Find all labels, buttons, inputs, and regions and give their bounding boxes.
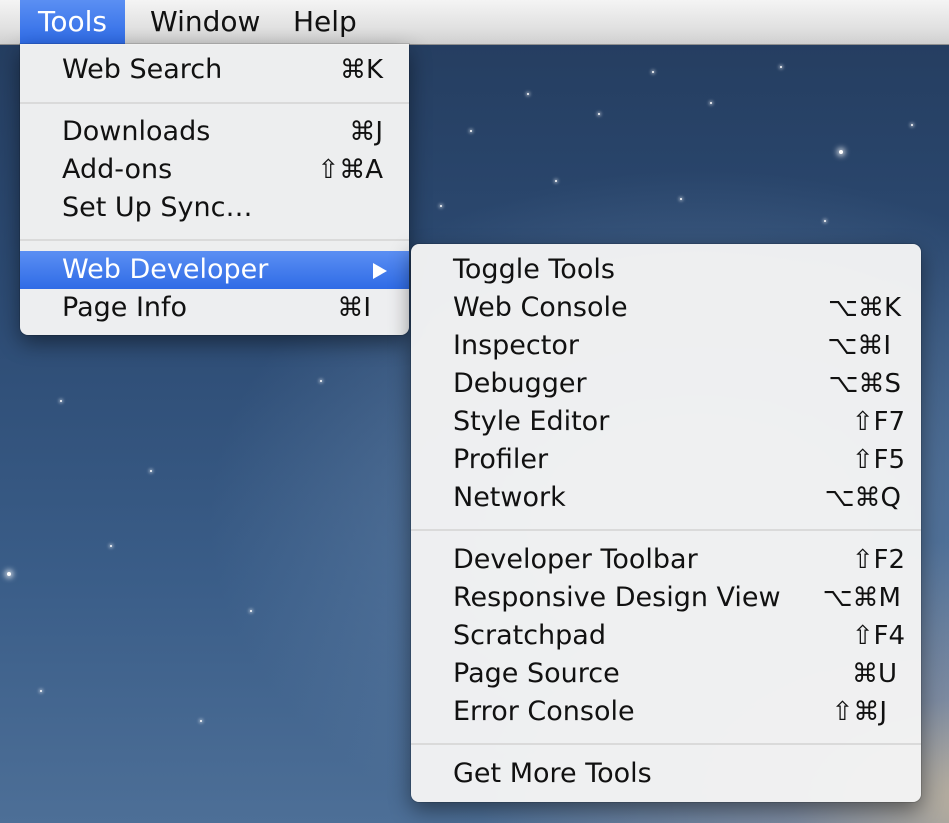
menu-item-label: Inspector [453,330,579,361]
menu-item-add-ons[interactable]: Add-ons ⇧⌘A [20,151,409,189]
menu-item-shortcut: ⇧F7 [851,407,905,437]
star [652,71,654,73]
menu-item-shortcut: ⌥⌘M [822,583,901,613]
menubar-help[interactable]: Help [275,0,375,44]
menu-item-label: Web Search [62,54,223,85]
menu-separator [411,743,921,745]
menu-item-label: Add-ons [62,154,173,185]
menu-item-shortcut: ⌥⌘K [827,293,901,323]
star [150,470,152,472]
menu-item-toggle-tools[interactable]: Toggle Tools [411,251,921,289]
star [527,93,529,95]
menu-item-web-console[interactable]: Web Console ⌥⌘K [411,289,921,327]
star [110,545,112,547]
menu-item-label: Style Editor [453,406,610,437]
menu-bar: Tools Window Help [0,0,949,45]
menu-separator [20,102,409,104]
menu-item-shortcut: ⇧F4 [851,621,905,651]
star [470,130,472,132]
star [780,66,782,68]
menu-item-profiler[interactable]: Profiler ⇧F5 [411,441,921,479]
menu-item-error-console[interactable]: Error Console ⇧⌘J [411,693,921,731]
menu-item-shortcut: ⇧F5 [851,445,905,475]
star [250,610,252,612]
star [60,400,62,402]
menu-item-label: Page Info [62,292,188,323]
menu-item-label: Get More Tools [453,758,652,789]
menu-item-shortcut: ⌘J [349,117,383,147]
menu-item-shortcut: ⇧⌘A [317,155,383,185]
star [320,380,322,382]
menu-item-page-source[interactable]: Page Source ⌘U [411,655,921,693]
star [7,572,11,576]
menu-item-shortcut: ⌥⌘S [828,369,901,399]
menu-item-label: Set Up Sync… [62,192,253,223]
menu-item-network[interactable]: Network ⌥⌘Q [411,479,921,517]
menu-item-inspector[interactable]: Inspector ⌥⌘I [411,327,921,365]
menu-item-shortcut: ⇧F2 [851,545,905,575]
menu-item-set-up-sync[interactable]: Set Up Sync… [20,189,409,227]
web-developer-submenu: Toggle Tools Web Console ⌥⌘K Inspector ⌥… [411,244,921,802]
menu-item-label: Toggle Tools [453,254,615,285]
menu-item-downloads[interactable]: Downloads ⌘J [20,113,409,151]
menubar-tools[interactable]: Tools [20,0,125,44]
star [911,124,913,126]
star [555,180,557,182]
menu-item-shortcut: ⇧⌘J [831,697,887,727]
submenu-arrow-icon [373,263,387,279]
menu-item-label: Network [453,482,566,513]
menu-item-debugger[interactable]: Debugger ⌥⌘S [411,365,921,403]
menu-item-label: Web Console [453,292,628,323]
menu-item-style-editor[interactable]: Style Editor ⇧F7 [411,403,921,441]
tools-menu: Web Search ⌘K Downloads ⌘J Add-ons ⇧⌘A S… [20,44,409,335]
menu-item-web-developer[interactable]: Web Developer [20,251,409,289]
menu-item-label: Developer Toolbar [453,544,698,575]
menu-item-label: Page Source [453,658,620,689]
menu-item-get-more-tools[interactable]: Get More Tools [411,755,921,793]
menu-item-shortcut: ⌘U [851,659,897,689]
menu-item-label: Debugger [453,368,587,399]
star [680,198,682,200]
menu-separator [411,529,921,531]
menu-item-label: Error Console [453,696,635,727]
menu-item-responsive-design-view[interactable]: Responsive Design View ⌥⌘M [411,579,921,617]
star [710,102,712,104]
menu-item-shortcut: ⌥⌘I [827,331,891,361]
menu-item-label: Web Developer [62,254,269,285]
star [440,205,442,207]
menu-item-label: Scratchpad [453,620,606,651]
menu-item-label: Responsive Design View [453,582,781,613]
star [598,113,600,115]
menu-item-shortcut: ⌘I [337,293,371,323]
star [839,150,843,154]
menu-item-shortcut: ⌥⌘Q [824,483,901,513]
menu-item-label: Profiler [453,444,549,475]
menu-item-developer-toolbar[interactable]: Developer Toolbar ⇧F2 [411,541,921,579]
menu-separator [20,239,409,241]
star [824,220,826,222]
menubar-window[interactable]: Window [132,0,278,44]
menu-item-page-info[interactable]: Page Info ⌘I [20,289,409,327]
menu-item-web-search[interactable]: Web Search ⌘K [20,51,409,89]
menu-item-label: Downloads [62,116,211,147]
menu-item-scratchpad[interactable]: Scratchpad ⇧F4 [411,617,921,655]
star [40,690,42,692]
star [200,720,202,722]
menu-item-shortcut: ⌘K [339,55,383,85]
